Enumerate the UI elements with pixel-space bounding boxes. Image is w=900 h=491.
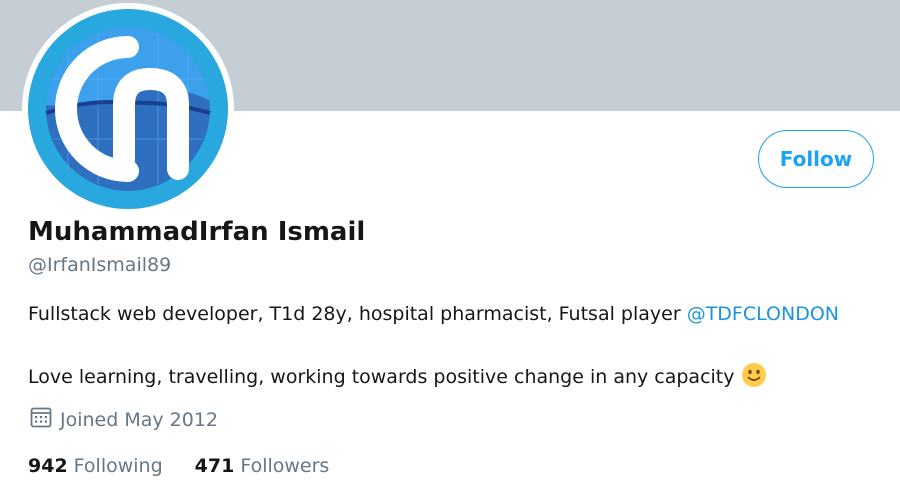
followers-label: Followers	[240, 455, 330, 477]
profile-joined-date: Joined May 2012	[30, 406, 218, 433]
bio-mention-link[interactable]: @TDFCLONDON	[687, 303, 839, 325]
bio-line: Love learning, travelling, working towar…	[28, 362, 888, 396]
profile-handle: @IrfanIsmail89	[28, 254, 172, 276]
followers-count: 471	[194, 455, 235, 477]
smiley-emoji-icon	[741, 362, 767, 396]
followers-link[interactable]: 471 Followers	[195, 455, 330, 477]
profile-bio: Fullstack web developer, T1d 28y, hospit…	[28, 300, 888, 396]
profile-display-name: MuhammadIrfan Ismail	[28, 217, 366, 247]
avatar-logo-icon	[28, 9, 228, 209]
following-link[interactable]: 942 Following	[28, 455, 163, 477]
profile-stats: 942 Following 471 Followers	[28, 455, 329, 477]
bio-text: Love learning, travelling, working towar…	[28, 366, 735, 388]
following-count: 942	[28, 455, 68, 477]
follow-button[interactable]: Follow	[758, 130, 874, 188]
profile-avatar[interactable]	[22, 3, 234, 215]
calendar-icon	[30, 406, 52, 433]
following-label: Following	[73, 455, 163, 477]
joined-text: Joined May 2012	[60, 408, 219, 431]
bio-line: Fullstack web developer, T1d 28y, hospit…	[28, 300, 888, 328]
bio-text: Fullstack web developer, T1d 28y, hospit…	[28, 303, 687, 325]
